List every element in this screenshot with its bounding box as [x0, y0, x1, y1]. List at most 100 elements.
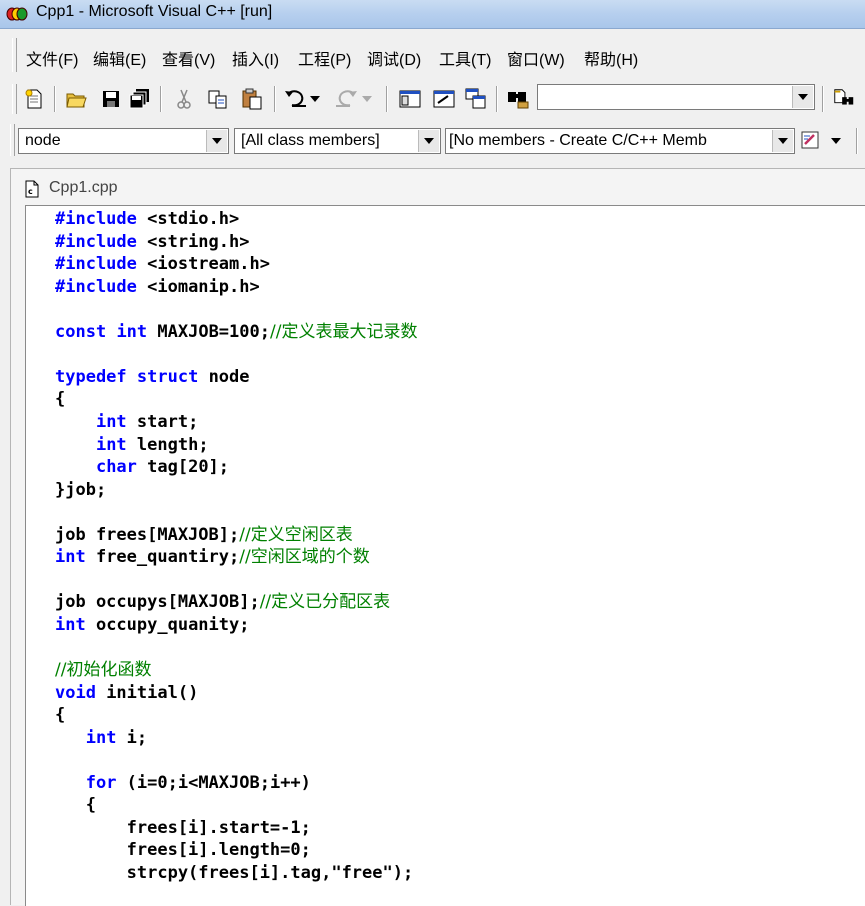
toolbar-separator — [856, 128, 858, 154]
code-keyword: int — [55, 614, 86, 635]
code-text: i; — [116, 727, 148, 748]
code-text: <iomanip.h> — [136, 276, 260, 297]
toolbar-separator — [386, 86, 388, 112]
code-line: int start; — [55, 411, 198, 433]
standard-toolbar — [0, 80, 865, 118]
new-file-icon[interactable] — [22, 87, 46, 111]
open-folder-icon[interactable] — [64, 87, 88, 111]
wizardbar-action-dropdown-icon[interactable] — [828, 129, 844, 153]
paste-icon[interactable] — [240, 87, 264, 111]
code-keyword: #include — [55, 276, 137, 297]
filter-combo-dropdown-button[interactable] — [418, 130, 439, 152]
wizardbar-action-icon[interactable] — [800, 129, 824, 153]
members-combo-dropdown-button[interactable] — [772, 130, 793, 152]
code-keyword: char — [95, 457, 137, 478]
code-comment: //定义空闲区表 — [239, 524, 353, 545]
members-combo[interactable]: [No members - Create C/C++ Memb — [445, 128, 795, 154]
code-line: { — [55, 388, 65, 410]
toolbar-separator — [54, 86, 56, 112]
code-line: strcpy(frees[i].tag,"free"); — [55, 862, 414, 884]
menu-tools[interactable]: 工具(T) — [439, 46, 491, 70]
code-comment: //定义表最大记录数 — [269, 321, 418, 342]
chevron-down-icon — [424, 138, 434, 144]
menu-window[interactable]: 窗口(W) — [507, 46, 565, 70]
code-text: job frees[MAXJOB]; — [55, 524, 240, 545]
title-bar[interactable]: Cpp1 - Microsoft Visual C++ [run] — [0, 0, 865, 29]
code-text: (i=0;i<MAXJOB;i++) — [116, 772, 311, 793]
code-line: int occupy_quanity; — [55, 614, 249, 636]
code-text: MAXJOB=100; — [147, 321, 270, 342]
output-icon[interactable] — [432, 87, 456, 111]
code-comment: //空闲区域的个数 — [239, 547, 370, 568]
code-line: int free_quantiry;//空闲区域的个数 — [55, 546, 370, 568]
code-line: #include <iostream.h> — [55, 253, 270, 275]
document-title: c Cpp1.cpp — [25, 179, 118, 198]
menubar-grip[interactable] — [12, 38, 17, 72]
code-line: frees[i].length=0; — [55, 839, 311, 861]
code-line: for (i=0;i<MAXJOB;i++) — [55, 772, 311, 794]
redo-dropdown-icon[interactable] — [360, 87, 374, 111]
cut-icon[interactable] — [172, 87, 196, 111]
toolbar-grip[interactable] — [12, 84, 17, 114]
workspace-icon[interactable] — [398, 87, 422, 111]
find-combo[interactable] — [537, 84, 815, 110]
find-icon[interactable] — [832, 87, 856, 111]
menu-debug[interactable]: 调试(D) — [367, 46, 421, 70]
class-combo-value: node — [25, 132, 61, 149]
menu-help[interactable]: 帮助(H) — [584, 46, 638, 70]
menu-project[interactable]: 工程(P) — [298, 46, 351, 70]
wizard-bar: node [All class members] [No members - C… — [0, 120, 865, 162]
undo-icon[interactable] — [284, 87, 308, 111]
code-comment: //初始化函数 — [55, 660, 152, 680]
window-title: Cpp1 - Microsoft Visual C++ [run] — [36, 3, 273, 20]
code-keyword: #include — [55, 231, 137, 252]
save-icon[interactable] — [99, 87, 123, 111]
code-keyword: int — [95, 411, 127, 432]
code-line: const int MAXJOB=100;//定义表最大记录数 — [55, 321, 417, 343]
menu-insert[interactable]: 插入(I) — [232, 46, 279, 70]
code-keyword: typedef — [55, 366, 127, 387]
code-text: frees[i].start=-1; — [55, 817, 311, 838]
code-text: length; — [126, 434, 209, 455]
copy-icon[interactable] — [206, 87, 230, 111]
code-line: int length; — [55, 434, 209, 456]
find-in-files-icon[interactable] — [506, 87, 530, 111]
redo-icon[interactable] — [334, 87, 358, 111]
menu-bar: 文件(F) 编辑(E) 查看(V) 插入(I) 工程(P) 调试(D) 工具(T… — [0, 36, 865, 76]
code-editor[interactable]: #include <stdio.h> #include <string.h> #in… — [25, 205, 865, 906]
code-text: occupy_quanity; — [85, 614, 250, 635]
code-text: start; — [126, 411, 199, 432]
code-line: { — [55, 704, 65, 726]
document-tab-title: Cpp1.cpp — [49, 179, 118, 196]
code-line: int i; — [55, 727, 147, 749]
code-line: job occupys[MAXJOB];//定义已分配区表 — [55, 591, 390, 613]
code-keyword: #include — [55, 254, 137, 275]
code-text: <string.h> — [136, 231, 250, 252]
chevron-down-icon — [212, 138, 222, 144]
save-all-icon[interactable] — [128, 87, 152, 111]
class-combo[interactable]: node — [18, 128, 229, 154]
code-line: typedef struct node — [55, 366, 250, 388]
code-text: node — [198, 366, 250, 387]
wizardbar-grip[interactable] — [10, 124, 15, 156]
undo-dropdown-icon[interactable] — [308, 87, 322, 111]
code-text: initial() — [95, 682, 199, 703]
filter-combo-value: [All class members] — [241, 132, 380, 149]
code-line: #include <string.h> — [55, 231, 249, 253]
code-text: { — [55, 389, 66, 410]
filter-combo[interactable]: [All class members] — [234, 128, 441, 154]
menu-edit[interactable]: 编辑(E) — [93, 46, 146, 70]
code-line: #include <iomanip.h> — [55, 276, 260, 298]
code-comment: //定义已分配区表 — [259, 592, 391, 613]
menu-file[interactable]: 文件(F) — [26, 46, 78, 70]
class-combo-dropdown-button[interactable] — [206, 130, 227, 152]
find-combo-dropdown-button[interactable] — [792, 86, 813, 108]
code-text: { — [55, 705, 66, 726]
code-line: frees[i].start=-1; — [55, 817, 311, 839]
window-list-icon[interactable] — [464, 87, 488, 111]
menu-view[interactable]: 查看(V) — [162, 46, 215, 70]
